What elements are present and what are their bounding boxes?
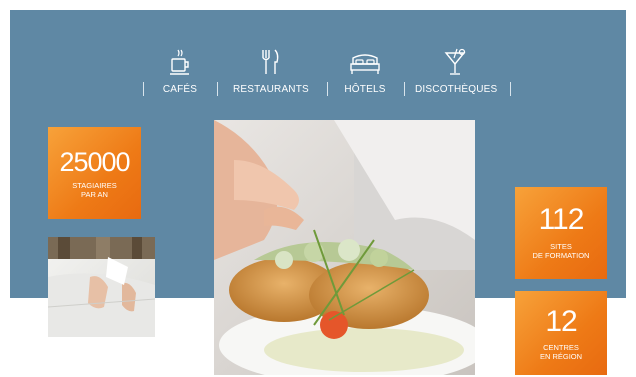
nav-separator <box>143 82 144 96</box>
stat-trainees: 25000 STAGIAIRES PAR AN <box>48 127 141 219</box>
chef-plating-image <box>214 120 475 375</box>
stat-sites-caption-2: DE FORMATION <box>532 251 590 260</box>
photo-bed-making <box>48 237 155 337</box>
nav-separator <box>217 82 218 96</box>
nav-separator <box>327 82 328 96</box>
photo-chef-plating <box>214 120 475 375</box>
stat-sites: 112 SITES DE FORMATION <box>515 187 607 279</box>
bed-making-image <box>48 237 155 337</box>
stat-centres-value: 12 <box>545 305 577 338</box>
nav-item-hotels[interactable]: HÔTELS <box>339 48 391 95</box>
nav-label-cafes: CAFÉS <box>162 84 198 95</box>
stat-trainees-value: 25000 <box>59 147 130 177</box>
fork-knife-icon <box>262 49 279 74</box>
nav-separator <box>510 82 511 96</box>
nav-label-restaurants: RESTAURANTS <box>233 84 309 95</box>
stat-sites-caption: SITES <box>550 242 572 251</box>
nav-label-hotels: HÔTELS <box>344 84 386 95</box>
stat-sites-value: 112 <box>538 203 585 236</box>
nav-separator <box>404 82 405 96</box>
stat-centres-caption: CENTRES <box>543 343 579 352</box>
stat-trainees-caption-2: PAR AN <box>81 190 108 199</box>
stat-trainees-caption: STAGIAIRES <box>72 181 117 190</box>
stat-centres: 12 CENTRES EN RÉGION <box>515 291 607 375</box>
coffee-cup-icon <box>170 49 189 75</box>
nav-item-cafes[interactable]: CAFÉS <box>151 48 209 95</box>
cocktail-icon <box>444 48 466 75</box>
nav-label-discotheques: DISCOTHÈQUES <box>415 84 498 95</box>
stat-centres-caption-2: EN RÉGION <box>539 352 583 361</box>
nav-item-restaurants[interactable]: RESTAURANTS <box>233 48 309 95</box>
bed-icon <box>350 54 380 74</box>
nav-item-discotheques[interactable]: DISCOTHÈQUES <box>415 48 498 95</box>
